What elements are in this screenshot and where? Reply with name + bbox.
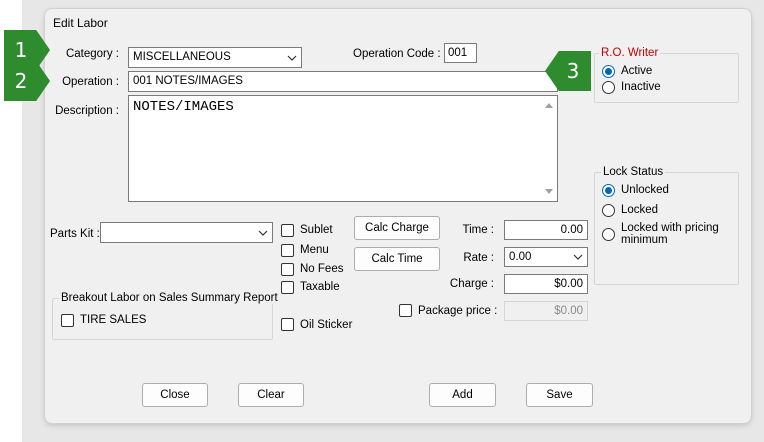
package-price-value: $0.00 [554,305,583,317]
clear-button[interactable]: Clear [238,383,304,407]
parts-kit-select[interactable] [100,222,273,243]
package-price-input: $0.00 [504,301,588,321]
operation-code-input[interactable]: 001 [444,43,477,63]
no-fees-label: No Fees [300,263,344,275]
rate-value: 0.00 [509,251,532,263]
active-label: Active [621,65,653,77]
taxable-label: Taxable [300,281,340,293]
charge-label: Charge : [449,278,494,290]
active-radio[interactable] [602,65,615,78]
operation-code-label: Operation Code : [353,48,441,60]
inactive-radio[interactable] [602,81,615,94]
operation-code-value: 001 [448,47,468,59]
oil-sticker-label: Oil Sticker [300,319,353,331]
ro-writer-group [594,53,739,103]
dialog-title: Edit Labor [53,16,108,30]
calc-charge-button[interactable]: Calc Charge [354,216,440,240]
scroll-down-icon[interactable] [545,189,553,195]
oil-sticker-checkbox[interactable] [281,318,294,331]
rate-select[interactable]: 0.00 [504,247,588,267]
operation-value: 001 NOTES/IMAGES [133,75,243,87]
category-value: MISCELLANEOUS [133,51,231,63]
ro-writer-title: R.O. Writer [599,47,661,59]
unlocked-label: Unlocked [621,184,669,196]
add-button[interactable]: Add [429,383,496,407]
sublet-checkbox[interactable] [281,224,294,237]
charge-input[interactable]: $0.00 [504,274,588,294]
tire-sales-label: TIRE SALES [80,314,147,326]
chevron-down-icon [287,55,297,61]
scroll-up-icon[interactable] [545,102,553,108]
edit-labor-dialog: Edit Labor Category : MISCELLANEOUS Oper… [45,9,751,423]
lock-status-title: Lock Status [601,166,666,178]
menu-label: Menu [300,244,329,256]
time-value: 0.00 [560,224,583,236]
taxable-checkbox[interactable] [281,281,294,294]
category-select[interactable]: MISCELLANEOUS [128,47,302,68]
locked-min-line1: Locked with pricing [621,222,719,234]
charge-value: $0.00 [554,278,583,290]
inactive-label: Inactive [621,81,661,93]
locked-with-pricing-minimum-label: Locked with pricing minimum [621,222,719,246]
sublet-label: Sublet [300,224,333,236]
parts-kit-label: Parts Kit : [50,228,100,240]
rate-label: Rate : [463,252,494,264]
chevron-down-icon [258,230,268,236]
locked-radio[interactable] [602,204,615,217]
chevron-down-icon [573,254,583,260]
description-label: Description : [55,105,119,117]
close-button[interactable]: Close [142,383,208,407]
package-price-checkbox[interactable] [399,304,412,317]
tire-sales-checkbox[interactable] [61,314,74,327]
menu-checkbox[interactable] [281,244,294,257]
no-fees-checkbox[interactable] [281,263,294,276]
description-textarea[interactable]: NOTES/IMAGES [128,95,558,202]
time-label: Time : [462,224,494,236]
locked-min-line2: minimum [621,234,668,246]
time-input[interactable]: 0.00 [504,220,588,240]
breakout-group-title: Breakout Labor on Sales Summary Report [59,292,280,304]
description-value: NOTES/IMAGES [133,99,234,115]
locked-with-pricing-minimum-radio[interactable] [602,228,615,241]
unlocked-radio[interactable] [602,184,615,197]
calc-time-button[interactable]: Calc Time [354,247,440,271]
operation-input[interactable]: 001 NOTES/IMAGES [128,71,558,92]
locked-label: Locked [621,204,659,216]
package-price-label: Package price : [418,305,498,317]
category-label: Category : [65,48,119,60]
operation-label: Operation : [62,76,119,88]
save-button[interactable]: Save [526,383,593,407]
